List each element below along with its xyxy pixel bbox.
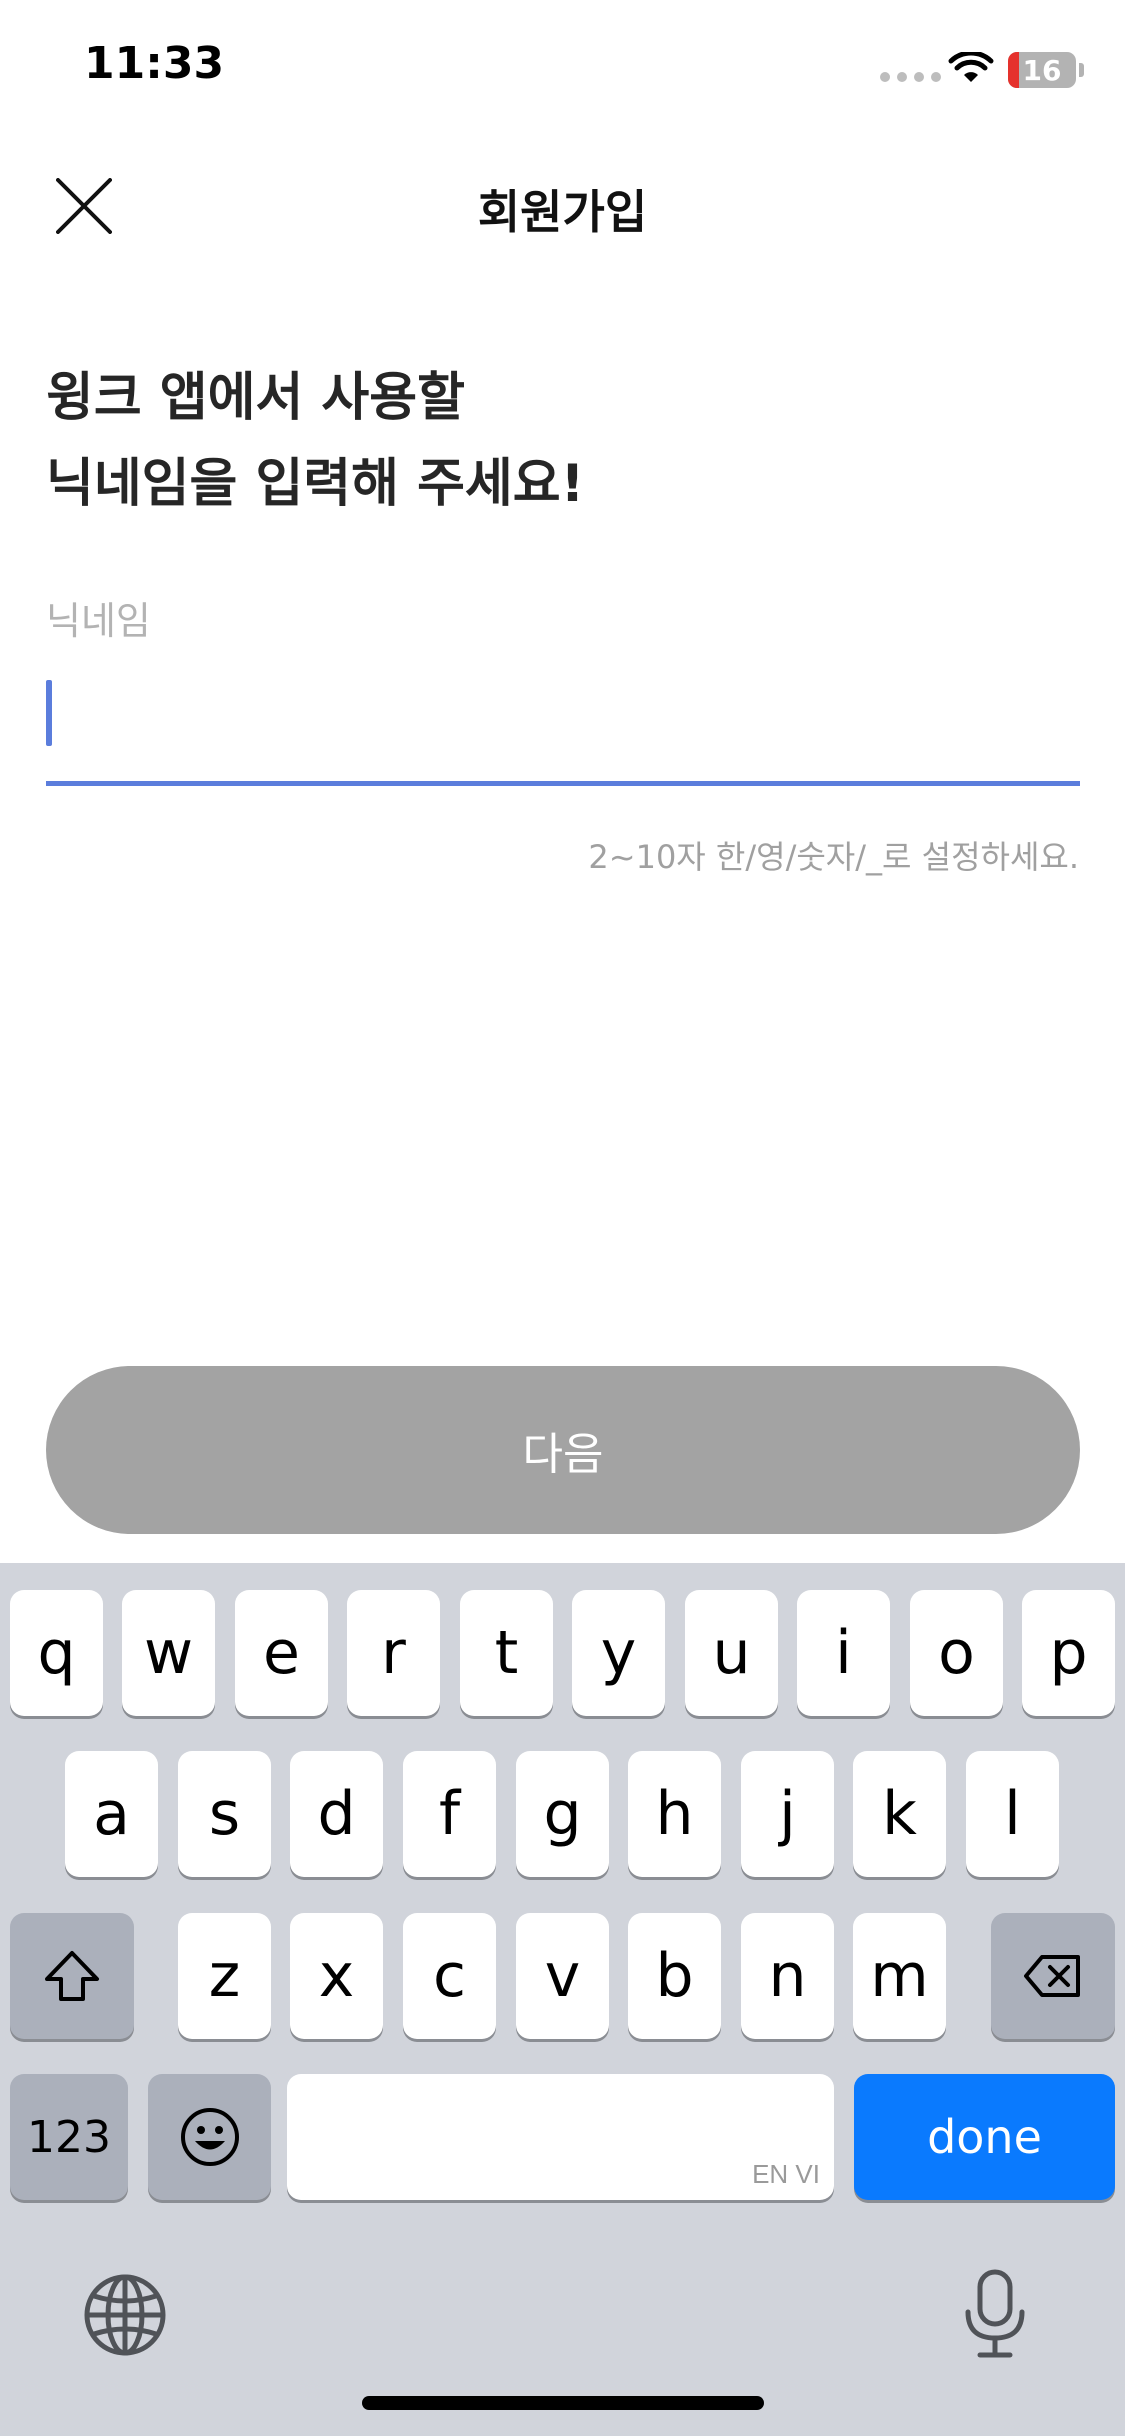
key-q[interactable]: q — [10, 1590, 103, 1716]
key-g[interactable]: g — [516, 1751, 609, 1877]
status-bar: 11:33 16 — [0, 0, 1125, 140]
key-u[interactable]: u — [685, 1590, 778, 1716]
key-n[interactable]: n — [741, 1913, 834, 2039]
home-indicator — [362, 2396, 764, 2410]
key-d[interactable]: d — [290, 1751, 383, 1877]
key-t[interactable]: t — [460, 1590, 553, 1716]
space-language-hint: EN VI — [752, 2159, 820, 2189]
microphone-icon[interactable] — [960, 2268, 1030, 2360]
done-key[interactable]: done — [854, 2074, 1115, 2200]
shift-key[interactable] — [10, 1913, 134, 2039]
key-o[interactable]: o — [910, 1590, 1003, 1716]
backspace-icon — [1024, 1955, 1080, 1997]
key-p[interactable]: p — [1022, 1590, 1115, 1716]
headline: 윙크 앱에서 사용할 닉네임을 입력해 주세요! — [46, 355, 1046, 527]
key-e[interactable]: e — [235, 1590, 328, 1716]
battery-level: 16 — [1022, 53, 1062, 87]
key-a[interactable]: a — [65, 1751, 158, 1877]
globe-icon[interactable] — [82, 2272, 168, 2358]
next-button[interactable]: 다음 — [46, 1366, 1080, 1534]
key-f[interactable]: f — [403, 1751, 496, 1877]
key-v[interactable]: v — [516, 1913, 609, 2039]
key-m[interactable]: m — [853, 1913, 946, 2039]
nickname-input[interactable] — [46, 678, 1080, 768]
headline-line-2: 닉네임을 입력해 주세요! — [46, 454, 585, 514]
headline-line-1: 윙크 앱에서 사용할 — [46, 368, 465, 428]
nickname-label: 닉네임 — [46, 599, 151, 643]
key-b[interactable]: b — [628, 1913, 721, 2039]
key-i[interactable]: i — [797, 1590, 890, 1716]
signal-dots-icon — [880, 72, 941, 82]
key-x[interactable]: x — [290, 1913, 383, 2039]
battery-cap — [1079, 63, 1084, 77]
key-s[interactable]: s — [178, 1751, 271, 1877]
shift-icon — [45, 1951, 99, 2001]
nickname-field[interactable] — [46, 660, 1080, 786]
wifi-icon — [948, 52, 994, 82]
key-c[interactable]: c — [403, 1913, 496, 2039]
key-j[interactable]: j — [741, 1751, 834, 1877]
key-r[interactable]: r — [347, 1590, 440, 1716]
backspace-key[interactable] — [991, 1913, 1115, 2039]
key-z[interactable]: z — [178, 1913, 271, 2039]
emoji-key[interactable] — [148, 2074, 271, 2200]
emoji-icon — [180, 2108, 239, 2166]
status-time: 11:33 — [84, 38, 225, 89]
numbers-key[interactable]: 123 — [10, 2074, 128, 2200]
key-y[interactable]: y — [572, 1590, 665, 1716]
page-title: 회원가입 — [477, 185, 648, 239]
battery-icon: 16 — [1008, 52, 1076, 88]
key-w[interactable]: w — [122, 1590, 215, 1716]
helper-text: 2~10자 한/영/숫자/_로 설정하세요. — [588, 838, 1079, 876]
key-h[interactable]: h — [628, 1751, 721, 1877]
keyboard: q w e r t y u i o p a s d f g h j k l z … — [0, 1563, 1125, 2436]
key-k[interactable]: k — [853, 1751, 946, 1877]
space-key[interactable]: EN VI — [287, 2074, 834, 2200]
key-l[interactable]: l — [966, 1751, 1059, 1877]
